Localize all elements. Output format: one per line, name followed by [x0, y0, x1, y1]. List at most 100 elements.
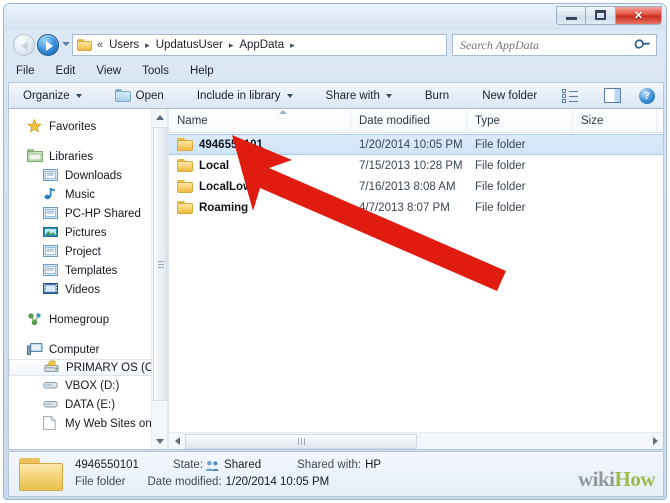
sidebar-item-computer[interactable]: Computer — [9, 340, 167, 359]
open-label: Open — [135, 89, 164, 102]
scroll-left-arrow-icon[interactable] — [169, 434, 185, 449]
menu-bar: File Edit View Tools Help — [4, 61, 666, 81]
file-type-cell: File folder — [475, 201, 526, 214]
menu-tools[interactable]: Tools — [140, 64, 171, 78]
include-in-library-button[interactable]: Include in library — [191, 85, 299, 106]
breadcrumb-overflow-icon[interactable]: « — [97, 39, 103, 51]
details-text-block: 4946550101 State: Shared Shared with: HP… — [75, 457, 381, 491]
table-row[interactable]: 4946550101 1/20/2014 10:05 PM File folde… — [169, 134, 663, 155]
horizontal-scrollbar-thumb[interactable] — [185, 433, 417, 449]
maximize-button[interactable] — [586, 5, 616, 25]
new-folder-label: New folder — [482, 89, 538, 102]
column-header-size[interactable]: Size — [573, 109, 657, 132]
breadcrumb-separator-icon[interactable]: ▸ — [145, 40, 150, 51]
breadcrumb-separator-icon[interactable]: ▸ — [229, 40, 234, 51]
sidebar-item-music[interactable]: Music — [9, 185, 167, 204]
sidebar-item-pictures[interactable]: Pictures — [9, 223, 167, 242]
table-row[interactable]: LocalLow 7/16/2013 8:08 AM File folder — [169, 176, 663, 197]
sidebar-scrollbar-thumb[interactable] — [153, 127, 167, 401]
menu-file[interactable]: File — [14, 64, 37, 78]
sidebar-item-label: Music — [65, 188, 96, 201]
search-box[interactable] — [452, 34, 657, 56]
sidebar-item-libraries[interactable]: Libraries — [9, 147, 167, 166]
sidebar-item-label: Computer — [49, 343, 100, 356]
table-row[interactable]: Local 7/15/2013 10:28 PM File folder — [169, 155, 663, 176]
address-bar[interactable]: « Users ▸ UpdatusUser ▸ AppData ▸ — [72, 34, 447, 56]
libraries-icon — [27, 149, 43, 164]
breadcrumb-separator-icon[interactable]: ▸ — [290, 40, 295, 51]
sidebar-item-my-web-sites-on-msn[interactable]: My Web Sites on MSN — [9, 414, 167, 433]
file-name-text: LocalLow — [199, 180, 253, 193]
scroll-down-arrow-icon[interactable] — [152, 433, 167, 449]
watermark-part-wiki: wiki — [577, 467, 615, 491]
sidebar-vertical-scrollbar[interactable] — [151, 109, 167, 449]
preview-pane-icon[interactable] — [604, 88, 621, 103]
sidebar-item-templates[interactable]: Templates — [9, 261, 167, 280]
file-type-cell: File folder — [475, 180, 526, 193]
sidebar-item-label: Project — [65, 245, 101, 258]
breadcrumb-updatususer[interactable]: UpdatusUser — [154, 38, 225, 52]
search-input[interactable] — [453, 36, 636, 54]
sort-ascending-icon — [279, 109, 287, 114]
forward-button[interactable] — [37, 34, 59, 56]
library-folder-icon — [43, 206, 59, 221]
column-headers: Name Date modified Type Size — [169, 109, 663, 133]
back-button[interactable] — [13, 34, 35, 56]
column-header-name[interactable]: Name — [169, 109, 351, 132]
column-header-type[interactable]: Type — [467, 109, 573, 132]
sidebar-item-pc-hp-shared[interactable]: PC-HP Shared — [9, 204, 167, 223]
file-name-text: Local — [199, 159, 230, 172]
sidebar-item-primary-os-c[interactable]: PRIMARY OS (C:) — [9, 359, 161, 376]
details-state-label: State: — [172, 459, 204, 471]
sidebar-item-label: Libraries — [49, 150, 94, 163]
burn-button[interactable]: Burn — [419, 85, 455, 106]
sidebar-item-project[interactable]: Project — [9, 242, 167, 261]
address-folder-icon — [77, 39, 92, 52]
file-date-cell: 7/16/2013 8:08 AM — [359, 180, 456, 193]
views-icon[interactable] — [562, 89, 578, 103]
minimize-button[interactable] — [556, 5, 586, 25]
help-icon[interactable]: ? — [639, 87, 655, 104]
details-line-primary: 4946550101 State: Shared Shared with: HP — [75, 457, 381, 474]
table-row[interactable]: Roaming 4/7/2013 8:07 PM File folder — [169, 197, 663, 218]
menu-view[interactable]: View — [94, 64, 123, 78]
breadcrumb-users[interactable]: Users — [107, 38, 141, 52]
details-date-label: Date modified: — [147, 476, 222, 488]
command-bar-right-group: ? — [562, 87, 663, 104]
details-item-name: 4946550101 — [75, 459, 139, 471]
organize-button[interactable]: Organize — [17, 85, 88, 106]
sidebar-item-label: PRIMARY OS (C:) — [66, 361, 161, 374]
sidebar-item-videos[interactable]: Videos — [9, 280, 167, 299]
new-folder-button[interactable]: New folder — [476, 85, 543, 106]
file-rows: 4946550101 1/20/2014 10:05 PM File folde… — [169, 133, 663, 218]
horizontal-scroll-track[interactable] — [185, 433, 647, 449]
sidebar-item-label: Downloads — [65, 169, 122, 182]
scroll-up-arrow-icon[interactable] — [152, 109, 167, 125]
folder-icon — [177, 138, 193, 152]
sidebar-item-favorites[interactable]: Favorites — [9, 117, 167, 136]
column-header-date-modified[interactable]: Date modified — [351, 109, 467, 132]
address-bar-row: « Users ▸ UpdatusUser ▸ AppData ▸ — [4, 30, 666, 60]
file-name-text: 4946550101 — [199, 138, 263, 151]
menu-help[interactable]: Help — [188, 64, 216, 78]
sidebar-item-label: Videos — [65, 283, 100, 296]
sidebar-item-downloads[interactable]: Downloads — [9, 166, 167, 185]
library-folder-icon — [43, 263, 59, 278]
menu-edit[interactable]: Edit — [54, 64, 78, 78]
sidebar-item-vbox-d[interactable]: VBOX (D:) — [9, 376, 167, 395]
open-folder-icon — [114, 89, 131, 103]
breadcrumb-appdata[interactable]: AppData — [237, 38, 286, 52]
scroll-right-arrow-icon[interactable] — [647, 434, 663, 449]
sidebar-item-data-e[interactable]: DATA (E:) — [9, 395, 167, 414]
recent-locations-chevron-icon[interactable] — [62, 42, 70, 46]
explorer-window-screenshot: ✕ « Users ▸ UpdatusUser ▸ AppData ▸ Sear… — [0, 0, 670, 503]
file-list-horizontal-scrollbar[interactable] — [169, 432, 663, 449]
open-button[interactable]: Open — [109, 85, 170, 106]
sidebar-item-homegroup[interactable]: Homegroup — [9, 310, 167, 329]
close-button[interactable]: ✕ — [616, 5, 662, 25]
sidebar-item-label: DATA (E:) — [65, 398, 116, 411]
drive-icon — [43, 397, 59, 412]
share-with-button[interactable]: Share with — [320, 85, 398, 106]
